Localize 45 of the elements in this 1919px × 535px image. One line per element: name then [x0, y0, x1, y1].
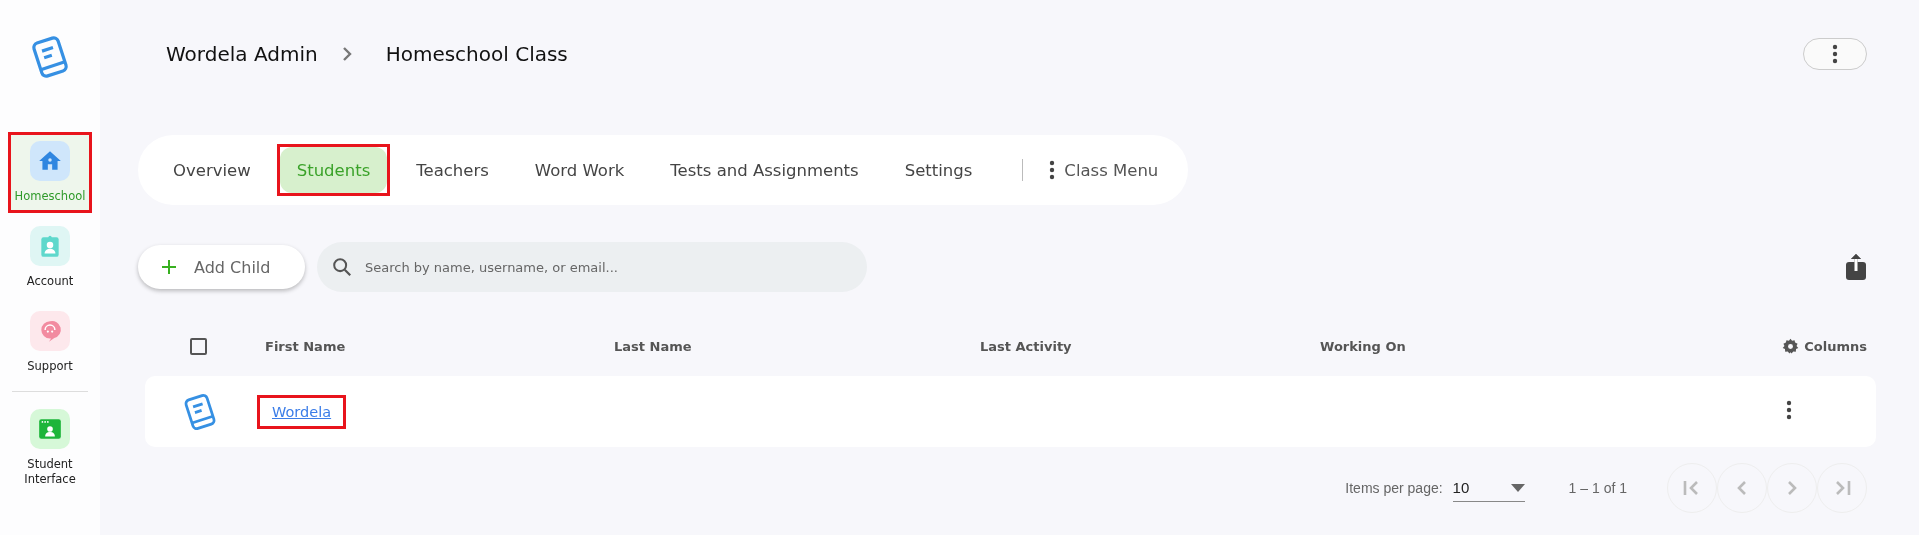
sidebar-item[interactable]: Support — [8, 301, 92, 383]
page-size-select[interactable]: 10 — [1452, 474, 1525, 502]
add-child-button[interactable]: Add Child — [138, 245, 305, 289]
first-page-button[interactable] — [1667, 463, 1717, 513]
plus-icon — [162, 260, 176, 274]
sidebar-label: Support — [26, 358, 74, 374]
headset-icon — [30, 310, 70, 351]
tab[interactable]: Word Work — [514, 144, 645, 196]
more-button[interactable] — [1803, 38, 1867, 70]
chevron-left-icon — [1736, 479, 1748, 497]
sidebar-item[interactable]: Account — [8, 216, 92, 298]
tab[interactable]: Overview — [153, 144, 271, 196]
search-icon — [331, 256, 353, 278]
columns-button[interactable]: Columns — [1782, 337, 1867, 355]
column-header: Last Name — [614, 338, 693, 354]
badge-icon — [30, 225, 70, 266]
column-header: Last Activity — [980, 338, 1073, 354]
kebab-icon — [1832, 44, 1838, 64]
last-page-button[interactable] — [1817, 463, 1867, 513]
house-icon — [30, 141, 70, 181]
breadcrumb-item: Homeschool Class — [385, 42, 568, 66]
kebab-icon — [1049, 160, 1056, 180]
chevron-right-icon — [341, 46, 352, 62]
kebab-icon — [1786, 400, 1792, 420]
column-header: First Name — [265, 338, 347, 354]
items-per-page-label: Items per page: — [1345, 480, 1443, 496]
sidebar-label: Homeschool — [13, 189, 87, 204]
column-header: Working On — [1320, 338, 1407, 354]
sidebar-label: Student Interface — [23, 456, 77, 487]
breadcrumb-item[interactable]: Wordela Admin — [166, 42, 318, 66]
dropdown-icon — [1510, 483, 1525, 492]
sidebar-label: Account — [25, 273, 75, 289]
search-field[interactable]: Search by name, username, or email... — [317, 242, 867, 292]
tab[interactable]: Tests and Assignments — [650, 144, 879, 196]
select-all-checkbox[interactable] — [190, 337, 207, 355]
settings-icon — [1782, 337, 1800, 355]
chevron-right-icon — [1786, 479, 1798, 497]
tab[interactable]: Settings — [884, 144, 993, 196]
sidebar-item[interactable]: Student Interface — [8, 399, 92, 496]
page-range: 1 – 1 of 1 — [1568, 480, 1627, 496]
class-menu-button[interactable]: Class Menu — [1049, 160, 1159, 180]
browser-user-icon — [30, 408, 70, 449]
student-name-link[interactable]: Wordela — [257, 394, 347, 429]
tab[interactable]: Teachers — [396, 144, 509, 196]
upload-icon[interactable] — [1845, 253, 1867, 281]
